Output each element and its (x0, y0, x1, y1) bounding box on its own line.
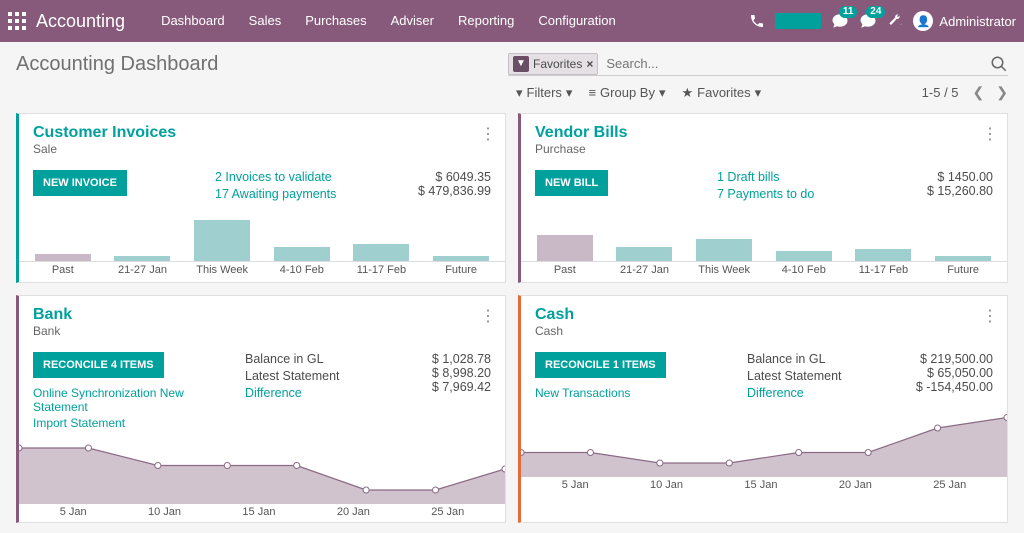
reconcile-cash-button[interactable]: RECONCILE 1 ITEMS (535, 352, 666, 378)
app-brand: Accounting (36, 11, 125, 32)
conversations-badge: 11 (839, 6, 858, 18)
avatar-icon: 👤 (913, 11, 933, 31)
top-navbar: Accounting Dashboard Sales Purchases Adv… (0, 0, 1024, 42)
stat-label: Balance in GL (747, 352, 826, 366)
bank-axis-labels: 5 Jan10 Jan15 Jan20 Jan25 Jan (19, 504, 505, 522)
card-title[interactable]: Customer Invoices (33, 124, 491, 142)
card-cash: Cash Cash ⋮ RECONCILE 1 ITEMS New Transa… (518, 295, 1008, 523)
groupby-dropdown[interactable]: ≡Group By ▾ (588, 85, 665, 101)
search-icon[interactable] (990, 55, 1008, 73)
apps-icon[interactable] (8, 12, 26, 30)
status-indicator[interactable] (775, 13, 821, 29)
activities-icon[interactable]: 24 (859, 12, 877, 30)
reconcile-bank-button[interactable]: RECONCILE 4 ITEMS (33, 352, 164, 378)
card-menu-icon[interactable]: ⋮ (982, 306, 997, 326)
card-subtitle: Purchase (535, 142, 993, 156)
search-bar: ▼ Favorites × (508, 52, 1008, 76)
stat-label: Latest Statement (747, 369, 842, 383)
dashboard-grid: Customer Invoices Sale ⋮ NEW INVOICE 2 I… (0, 113, 1024, 523)
activities-badge: 24 (866, 6, 885, 18)
nav-reporting[interactable]: Reporting (446, 0, 526, 42)
user-menu[interactable]: 👤 Administrator (913, 11, 1016, 31)
chevron-down-icon: ▾ (755, 85, 762, 101)
chevron-down-icon: ▾ (659, 85, 666, 101)
link-invoices-validate[interactable]: 2 Invoices to validate (215, 170, 332, 184)
card-subtitle: Sale (33, 142, 491, 156)
cash-area-chart (521, 407, 1007, 477)
stat-value: $ 7,969.42 (401, 380, 491, 394)
controls-row: ▾Filters ▾ ≡Group By ▾ ★Favorites ▾ 1-5 … (0, 76, 1024, 113)
chevron-down-icon: ▾ (566, 85, 573, 101)
favorites-dropdown[interactable]: ★Favorites ▾ (682, 85, 762, 101)
card-title[interactable]: Bank (33, 306, 491, 324)
bills-bar-labels: Past21-27 JanThis Week4-10 Feb11-17 FebF… (521, 262, 1007, 282)
chip-label: Favorites (533, 57, 582, 71)
pager-prev-icon[interactable]: ❮ (973, 84, 985, 101)
bills-bar-chart (521, 210, 1007, 262)
nav-dashboard[interactable]: Dashboard (149, 0, 237, 42)
phone-icon[interactable] (749, 13, 765, 29)
stat-value: $ 479,836.99 (401, 184, 491, 198)
link-payments-todo[interactable]: 7 Payments to do (717, 187, 814, 201)
card-subtitle: Cash (535, 324, 993, 338)
stat-label: Latest Statement (245, 369, 340, 383)
conversations-icon[interactable]: 11 (831, 12, 849, 30)
stat-value: $ 1450.00 (903, 170, 993, 184)
link-new-transactions[interactable]: New Transactions (535, 386, 735, 400)
card-customer-invoices: Customer Invoices Sale ⋮ NEW INVOICE 2 I… (16, 113, 506, 283)
card-menu-icon[interactable]: ⋮ (480, 306, 495, 326)
stat-value: $ 8,998.20 (401, 366, 491, 380)
cash-axis-labels: 5 Jan10 Jan15 Jan20 Jan25 Jan (521, 477, 1007, 495)
debug-tools-icon[interactable] (887, 13, 903, 29)
funnel-icon: ▾ (516, 85, 523, 101)
stat-value: $ 6049.35 (401, 170, 491, 184)
subheader: Accounting Dashboard ▼ Favorites × (0, 42, 1024, 76)
invoices-bar-chart (19, 210, 505, 262)
invoices-bar-labels: Past21-27 JanThis Week4-10 Feb11-17 FebF… (19, 262, 505, 282)
link-import-statement[interactable]: Import Statement (33, 416, 233, 430)
pager-count: 1-5 / 5 (922, 85, 959, 100)
stat-value: $ 15,260.80 (903, 184, 993, 198)
page-title: Accounting Dashboard (16, 53, 218, 76)
stat-value: $ -154,450.00 (903, 380, 993, 394)
list-icon: ≡ (588, 85, 596, 100)
search-chip-favorites[interactable]: ▼ Favorites × (508, 53, 598, 75)
new-invoice-button[interactable]: NEW INVOICE (33, 170, 127, 196)
card-subtitle: Bank (33, 324, 491, 338)
card-vendor-bills: Vendor Bills Purchase ⋮ NEW BILL 1 Draft… (518, 113, 1008, 283)
link-draft-bills[interactable]: 1 Draft bills (717, 170, 780, 184)
link-difference[interactable]: Difference (245, 386, 302, 400)
nav-adviser[interactable]: Adviser (379, 0, 446, 42)
nav-purchases[interactable]: Purchases (293, 0, 378, 42)
stat-value: $ 219,500.00 (903, 352, 993, 366)
stat-label: Balance in GL (245, 352, 324, 366)
bank-area-chart (19, 434, 505, 504)
stat-value: $ 65,050.00 (903, 366, 993, 380)
new-bill-button[interactable]: NEW BILL (535, 170, 608, 196)
search-input[interactable] (598, 52, 990, 75)
topbar-right: 11 24 👤 Administrator (749, 11, 1016, 31)
nav-configuration[interactable]: Configuration (526, 0, 627, 42)
card-menu-icon[interactable]: ⋮ (982, 124, 997, 144)
card-bank: Bank Bank ⋮ RECONCILE 4 ITEMS Online Syn… (16, 295, 506, 523)
card-title[interactable]: Cash (535, 306, 993, 324)
stat-value: $ 1,028.78 (401, 352, 491, 366)
pager-next-icon[interactable]: ❯ (996, 84, 1008, 101)
filters-dropdown[interactable]: ▾Filters ▾ (516, 85, 572, 101)
user-name: Administrator (939, 14, 1016, 29)
nav-sales[interactable]: Sales (237, 0, 294, 42)
star-icon: ★ (682, 85, 694, 101)
link-difference[interactable]: Difference (747, 386, 804, 400)
main-nav: Dashboard Sales Purchases Adviser Report… (149, 0, 628, 42)
chip-remove-icon[interactable]: × (586, 57, 593, 71)
card-menu-icon[interactable]: ⋮ (480, 124, 495, 144)
link-awaiting-payments[interactable]: 17 Awaiting payments (215, 187, 336, 201)
link-online-sync[interactable]: Online Synchronization New Statement (33, 386, 233, 414)
card-title[interactable]: Vendor Bills (535, 124, 993, 142)
filter-icon: ▼ (513, 56, 529, 72)
